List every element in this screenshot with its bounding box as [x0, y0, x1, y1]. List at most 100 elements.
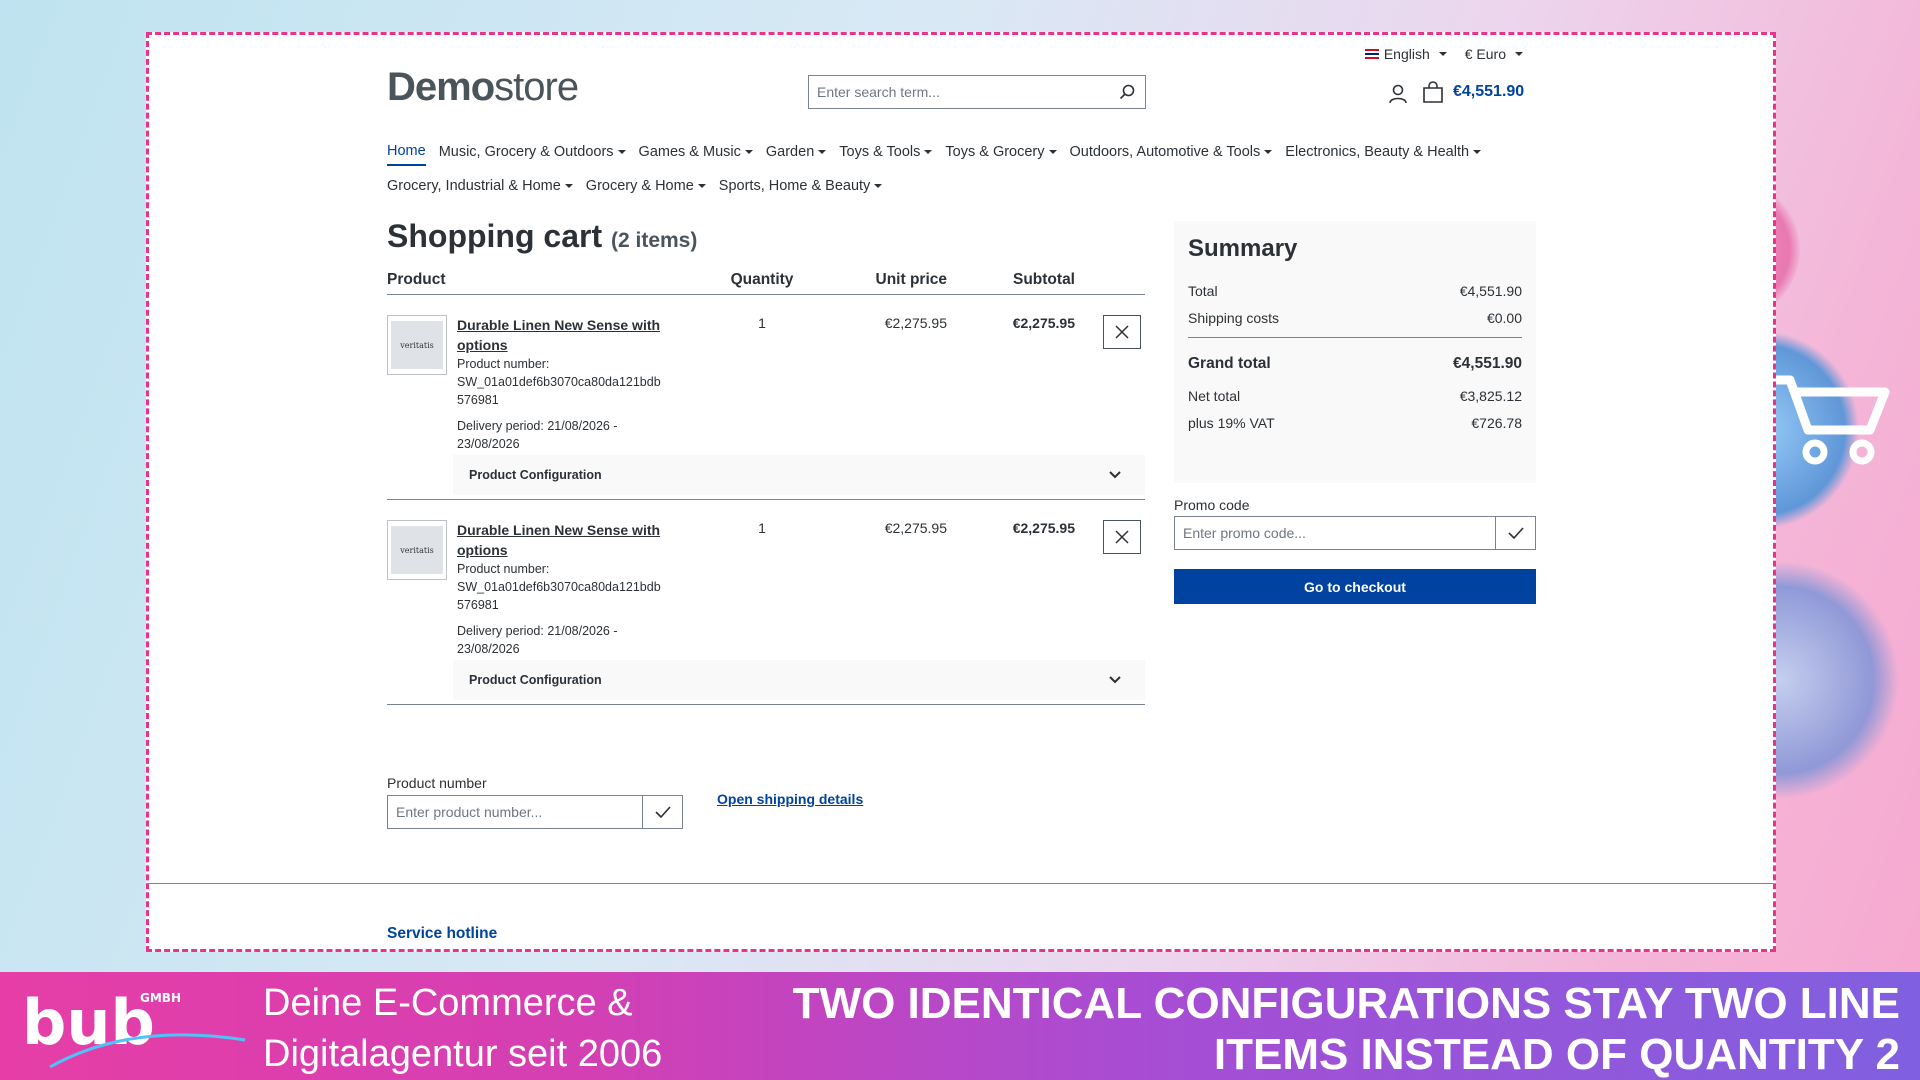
cart-line-item: veritatis Durable Linen New Sense with op… [387, 500, 1145, 705]
currency-selector[interactable]: € Euro [1465, 43, 1523, 65]
search-input[interactable] [809, 76, 1109, 108]
product-number-value: SW_01a01def6b3070ca80da121bdb [457, 375, 661, 389]
cart-icon[interactable] [1421, 81, 1445, 105]
add-product-button[interactable] [642, 796, 682, 828]
summary-row-vat: plus 19% VAT €726.78 [1188, 409, 1522, 436]
tagline-line: Deine E-Commerce & [263, 982, 633, 1024]
config-label: Product Configuration [469, 468, 602, 482]
product-name-link[interactable]: Durable Linen New Sense with options [457, 520, 667, 560]
caret-down-icon [697, 184, 706, 188]
nav-item-toys-grocery[interactable]: Toys & Grocery [945, 135, 1057, 169]
summary-label: Net total [1188, 387, 1241, 404]
nav-item-electronics-beauty-health[interactable]: Electronics, Beauty & Health [1285, 135, 1482, 169]
remove-item-button[interactable] [1103, 520, 1141, 554]
apply-promo-button[interactable] [1495, 517, 1535, 549]
cart-table: Product Quantity Unit price Subtotal ver… [387, 265, 1145, 705]
config-label: Product Configuration [469, 673, 602, 687]
column-quantity: Quantity [730, 270, 794, 288]
nav-item-home[interactable]: Home [387, 138, 426, 166]
caret-down-icon [1264, 150, 1273, 154]
nav-item-label: Electronics, Beauty & Health [1285, 144, 1470, 160]
nav-row: Grocery, Industrial & Home Grocery & Home… [387, 169, 1547, 203]
tagline-line: Digitalagentur seit 2006 [263, 1033, 663, 1075]
main-navigation: Home Music, Grocery & Outdoors Games & Mus… [387, 135, 1547, 203]
thumbnail-text: veritatis [391, 321, 443, 369]
remove-item-button[interactable] [1103, 315, 1141, 349]
nav-item-label: Grocery, Industrial & Home [387, 178, 561, 194]
caret-down-icon [1515, 52, 1523, 56]
caret-down-icon [564, 184, 573, 188]
product-info: Durable Linen New Sense with options Prod… [457, 315, 667, 453]
brand-suffix-text: GMBH [140, 991, 181, 1005]
product-thumbnail[interactable]: veritatis [387, 520, 447, 580]
caret-down-icon [924, 150, 933, 154]
summary-label: Shipping costs [1188, 309, 1280, 326]
summary-label: plus 19% VAT [1188, 414, 1275, 431]
nav-item-grocery-home[interactable]: Grocery & Home [586, 169, 706, 203]
summary-value: €3,825.12 [1459, 387, 1522, 404]
product-configuration-toggle[interactable]: Product Configuration [453, 660, 1145, 700]
nav-item-label: Sports, Home & Beauty [718, 178, 871, 194]
promo-code-input[interactable] [1175, 517, 1495, 549]
banner-tagline: Deine E-Commerce & Digitalagentur seit 2… [263, 978, 662, 1080]
item-quantity: 1 [758, 520, 766, 536]
summary-value: €4,551.90 [1453, 355, 1522, 372]
promo-banner: bub GMBH Deine E-Commerce & Digitalagent… [0, 972, 1920, 1080]
cart-summary: Summary Total €4,551.90 Shipping costs €0.… [1174, 221, 1536, 483]
summary-label: Total [1188, 282, 1218, 299]
item-unit-price: €2,275.95 [884, 315, 947, 331]
chevron-down-icon [1109, 471, 1121, 479]
chevron-down-icon [1109, 676, 1121, 684]
store-logo[interactable]: Demostore [387, 65, 579, 110]
caret-down-icon [1048, 150, 1057, 154]
nav-item-music-grocery-outdoors[interactable]: Music, Grocery & Outdoors [439, 135, 626, 169]
delivery-period-line: Delivery period: 21/08/2026 - [457, 624, 618, 638]
product-name-line: Durable Linen New Sense with [457, 522, 661, 538]
product-number-value: 576981 [457, 393, 499, 407]
product-number-label: Product number [387, 775, 487, 791]
nav-item-label: Grocery & Home [585, 178, 694, 194]
product-thumbnail[interactable]: veritatis [387, 315, 447, 375]
summary-row-shipping: Shipping costs €0.00 [1188, 304, 1522, 331]
delivery-period-line: 23/08/2026 [457, 437, 520, 451]
caret-down-icon [1438, 52, 1447, 56]
logo-bold-text: Demo [387, 65, 495, 109]
product-name-line: options [457, 542, 508, 558]
open-shipping-details-link[interactable]: Open shipping details [717, 791, 863, 807]
column-subtotal: Subtotal [1013, 270, 1075, 288]
checkout-button[interactable]: Go to checkout [1174, 569, 1536, 604]
cart-line-item: veritatis Durable Linen New Sense with op… [387, 295, 1145, 500]
footer-divider [149, 883, 1773, 884]
nav-item-garden[interactable]: Garden [766, 135, 827, 169]
nav-item-toys-tools[interactable]: Toys & Tools [839, 135, 933, 169]
account-icon[interactable] [1387, 83, 1409, 105]
product-configuration-toggle[interactable]: Product Configuration [453, 455, 1145, 495]
product-number-value: SW_01a01def6b3070ca80da121bdb [457, 580, 661, 594]
nav-item-sports-home-beauty[interactable]: Sports, Home & Beauty [719, 169, 883, 203]
nav-item-grocery-industrial-home[interactable]: Grocery, Industrial & Home [387, 169, 573, 203]
nav-item-outdoors-automotive-tools[interactable]: Outdoors, Automotive & Tools [1070, 135, 1273, 169]
nav-item-label: Home [387, 143, 426, 159]
nav-row: Home Music, Grocery & Outdoors Games & Mus… [387, 135, 1547, 169]
cart-total[interactable]: €4,551.90 [1453, 83, 1524, 101]
search-button[interactable] [1109, 76, 1145, 108]
product-name-link[interactable]: Durable Linen New Sense with options [457, 315, 667, 355]
item-subtotal: €2,275.95 [1012, 315, 1075, 331]
column-unit-price: Unit price [875, 270, 947, 288]
language-selector[interactable]: English [1364, 43, 1447, 65]
close-icon [1115, 530, 1129, 544]
product-info: Durable Linen New Sense with options Prod… [457, 520, 667, 658]
bub-logo: bub GMBH [22, 986, 246, 1069]
top-bar: English € Euro [149, 43, 1773, 65]
product-number-input[interactable] [388, 796, 642, 828]
cart-item-count: (2 items) [611, 229, 698, 252]
summary-label: Grand total [1188, 355, 1271, 372]
summary-row-total: Total €4,551.90 [1188, 277, 1522, 304]
delivery-period: Delivery period: 21/08/2026 - 23/08/2026 [457, 622, 667, 658]
logo-light-text: store [494, 65, 579, 109]
nav-item-games-music[interactable]: Games & Music [639, 135, 753, 169]
delivery-period: Delivery period: 21/08/2026 - 23/08/2026 [457, 417, 667, 453]
cart-table-header: Product Quantity Unit price Subtotal [387, 265, 1145, 295]
promo-code-form [1174, 516, 1536, 550]
nav-item-label: Toys & Tools [839, 144, 921, 160]
